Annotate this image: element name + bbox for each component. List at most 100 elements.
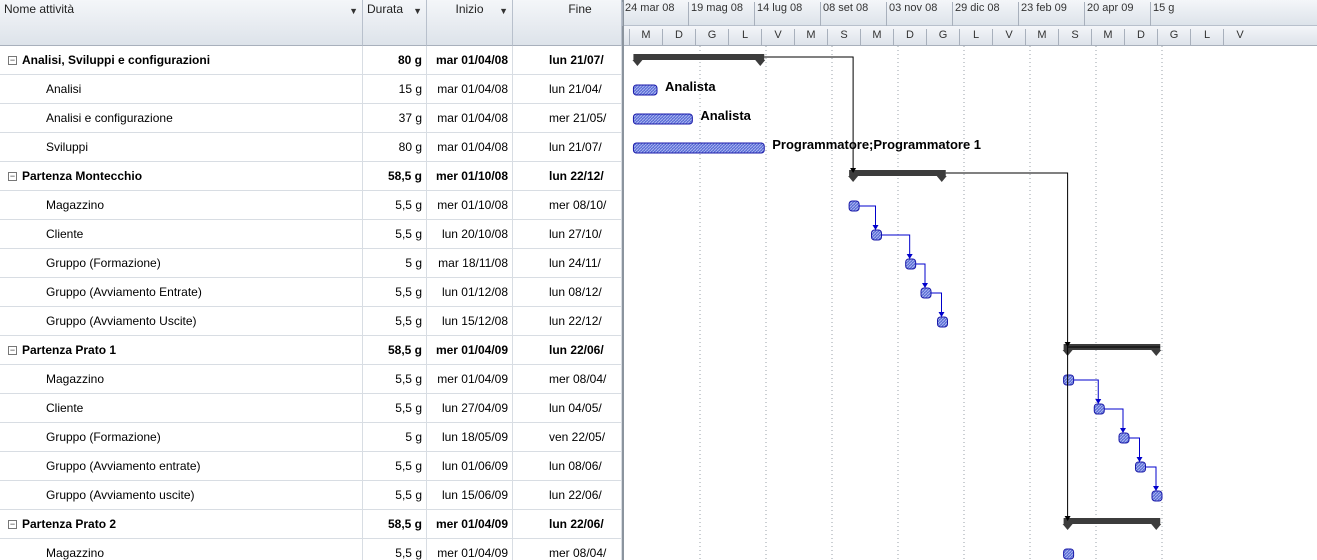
task-duration-cell[interactable]: 58,5 g [363, 336, 427, 365]
task-start-cell[interactable]: mer 01/04/09 [427, 365, 513, 394]
task-row[interactable]: Gruppo (Avviamento Uscite) 5,5 g lun 15/12… [0, 307, 622, 336]
task-finish-cell[interactable]: lun 21/07/ [513, 133, 622, 162]
task-start-cell[interactable]: lun 20/10/08 [427, 220, 513, 249]
task-row[interactable]: Sviluppi 80 g mar 01/04/08 lun 21/07/ [0, 133, 622, 162]
task-start-cell[interactable]: lun 01/12/08 [427, 278, 513, 307]
task-start-cell[interactable]: mar 01/04/08 [427, 133, 513, 162]
task-duration-cell[interactable]: 5 g [363, 249, 427, 278]
task-finish-cell[interactable]: mer 08/04/ [513, 539, 622, 560]
column-header-duration[interactable]: Durata ▼ [363, 0, 427, 46]
collapse-icon[interactable]: − [8, 172, 17, 181]
task-row[interactable]: Gruppo (Formazione) 5 g lun 18/05/09 ven 22… [0, 423, 622, 452]
task-start-cell[interactable]: lun 15/06/09 [427, 481, 513, 510]
task-name-cell[interactable]: Cliente [0, 394, 363, 423]
task-duration-cell[interactable]: 58,5 g [363, 510, 427, 539]
task-finish-cell[interactable]: lun 27/10/ [513, 220, 622, 249]
collapse-icon[interactable]: − [8, 346, 17, 355]
task-finish-cell[interactable]: lun 22/12/ [513, 162, 622, 191]
task-name-cell[interactable]: − Partenza Prato 1 [0, 336, 363, 365]
task-name-cell[interactable]: Magazzino [0, 365, 363, 394]
task-name-cell[interactable]: Magazzino [0, 191, 363, 220]
task-name-cell[interactable]: Gruppo (Avviamento Entrate) [0, 278, 363, 307]
task-duration-cell[interactable]: 15 g [363, 75, 427, 104]
column-header-finish[interactable]: Fine [513, 0, 622, 46]
task-finish-cell[interactable]: lun 08/12/ [513, 278, 622, 307]
task-name-cell[interactable]: Analisi [0, 75, 363, 104]
task-duration-cell[interactable]: 5,5 g [363, 278, 427, 307]
task-start-cell[interactable]: mer 01/04/09 [427, 539, 513, 560]
task-start-cell[interactable]: lun 01/06/09 [427, 452, 513, 481]
task-row[interactable]: Analisi e configurazione 37 g mar 01/04/08… [0, 104, 622, 133]
task-row[interactable]: Gruppo (Formazione) 5 g mar 18/11/08 lun 24… [0, 249, 622, 278]
task-row[interactable]: Magazzino 5,5 g mer 01/10/08 mer 08/10/ [0, 191, 622, 220]
task-finish-cell[interactable]: lun 22/06/ [513, 336, 622, 365]
task-duration-cell[interactable]: 80 g [363, 133, 427, 162]
task-start-cell[interactable]: mer 01/10/08 [427, 191, 513, 220]
task-finish-cell[interactable]: ven 22/05/ [513, 423, 622, 452]
task-row[interactable]: Magazzino 5,5 g mer 01/04/09 mer 08/04/ [0, 365, 622, 394]
task-duration-cell[interactable]: 5,5 g [363, 394, 427, 423]
task-duration-cell[interactable]: 5,5 g [363, 481, 427, 510]
task-duration-cell[interactable]: 5,5 g [363, 539, 427, 560]
task-start-cell[interactable]: mer 01/04/09 [427, 336, 513, 365]
task-row[interactable]: Gruppo (Avviamento entrate) 5,5 g lun 01/0… [0, 452, 622, 481]
task-name-cell[interactable]: Gruppo (Avviamento uscite) [0, 481, 363, 510]
dropdown-arrow-icon[interactable]: ▼ [499, 6, 508, 16]
dropdown-arrow-icon[interactable]: ▼ [349, 6, 358, 16]
task-name-cell[interactable]: − Analisi, Sviluppi e configurazioni [0, 46, 363, 75]
task-name-cell[interactable]: Gruppo (Formazione) [0, 249, 363, 278]
task-duration-cell[interactable]: 5,5 g [363, 191, 427, 220]
task-row[interactable]: Magazzino 5,5 g mer 01/04/09 mer 08/04/ [0, 539, 622, 560]
task-name-cell[interactable]: Gruppo (Avviamento entrate) [0, 452, 363, 481]
summary-task-row[interactable]: − Partenza Prato 1 58,5 g mer 01/04/09 lun 2… [0, 336, 622, 365]
task-start-cell[interactable]: lun 15/12/08 [427, 307, 513, 336]
task-finish-cell[interactable]: lun 22/12/ [513, 307, 622, 336]
task-name-cell[interactable]: Cliente [0, 220, 363, 249]
summary-task-row[interactable]: − Partenza Prato 2 58,5 g mer 01/04/09 lun 2… [0, 510, 622, 539]
task-duration-cell[interactable]: 58,5 g [363, 162, 427, 191]
task-start-cell[interactable]: mer 01/10/08 [427, 162, 513, 191]
task-duration-cell[interactable]: 5,5 g [363, 452, 427, 481]
task-start-cell[interactable]: mar 18/11/08 [427, 249, 513, 278]
summary-task-row[interactable]: − Partenza Montecchio 58,5 g mer 01/10/08 lu… [0, 162, 622, 191]
task-row[interactable]: Gruppo (Avviamento Entrate) 5,5 g lun 01/1… [0, 278, 622, 307]
task-finish-cell[interactable]: lun 22/06/ [513, 510, 622, 539]
task-name-cell[interactable]: Sviluppi [0, 133, 363, 162]
task-start-cell[interactable]: mar 01/04/08 [427, 46, 513, 75]
column-header-name[interactable]: Nome attività ▼ [0, 0, 363, 46]
task-row[interactable]: Analisi 15 g mar 01/04/08 lun 21/04/ [0, 75, 622, 104]
task-finish-cell[interactable]: lun 24/11/ [513, 249, 622, 278]
task-duration-cell[interactable]: 80 g [363, 46, 427, 75]
task-finish-cell[interactable]: lun 22/06/ [513, 481, 622, 510]
task-duration-cell[interactable]: 5,5 g [363, 365, 427, 394]
task-finish-cell[interactable]: mer 08/10/ [513, 191, 622, 220]
task-start-cell[interactable]: lun 27/04/09 [427, 394, 513, 423]
task-finish-cell[interactable]: lun 04/05/ [513, 394, 622, 423]
task-finish-cell[interactable]: mer 21/05/ [513, 104, 622, 133]
task-finish-cell[interactable]: mer 08/04/ [513, 365, 622, 394]
task-start-cell[interactable]: mer 01/04/09 [427, 510, 513, 539]
task-duration-cell[interactable]: 37 g [363, 104, 427, 133]
task-name-cell[interactable]: Analisi e configurazione [0, 104, 363, 133]
task-name-cell[interactable]: − Partenza Montecchio [0, 162, 363, 191]
collapse-icon[interactable]: − [8, 520, 17, 529]
task-name-cell[interactable]: Gruppo (Avviamento Uscite) [0, 307, 363, 336]
task-duration-cell[interactable]: 5 g [363, 423, 427, 452]
task-name-cell[interactable]: − Partenza Prato 2 [0, 510, 363, 539]
task-name-cell[interactable]: Magazzino [0, 539, 363, 560]
task-name-cell[interactable]: Gruppo (Formazione) [0, 423, 363, 452]
task-finish-cell[interactable]: lun 21/07/ [513, 46, 622, 75]
task-finish-cell[interactable]: lun 21/04/ [513, 75, 622, 104]
task-row[interactable]: Cliente 5,5 g lun 27/04/09 lun 04/05/ [0, 394, 622, 423]
summary-task-row[interactable]: − Analisi, Sviluppi e configurazioni 80 gm… [0, 46, 622, 75]
task-start-cell[interactable]: mar 01/04/08 [427, 75, 513, 104]
task-row[interactable]: Gruppo (Avviamento uscite) 5,5 g lun 15/06… [0, 481, 622, 510]
task-finish-cell[interactable]: lun 08/06/ [513, 452, 622, 481]
dropdown-arrow-icon[interactable]: ▼ [413, 6, 422, 16]
collapse-icon[interactable]: − [8, 56, 17, 65]
task-start-cell[interactable]: mar 01/04/08 [427, 104, 513, 133]
task-start-cell[interactable]: lun 18/05/09 [427, 423, 513, 452]
task-duration-cell[interactable]: 5,5 g [363, 307, 427, 336]
task-row[interactable]: Cliente 5,5 g lun 20/10/08 lun 27/10/ [0, 220, 622, 249]
task-duration-cell[interactable]: 5,5 g [363, 220, 427, 249]
